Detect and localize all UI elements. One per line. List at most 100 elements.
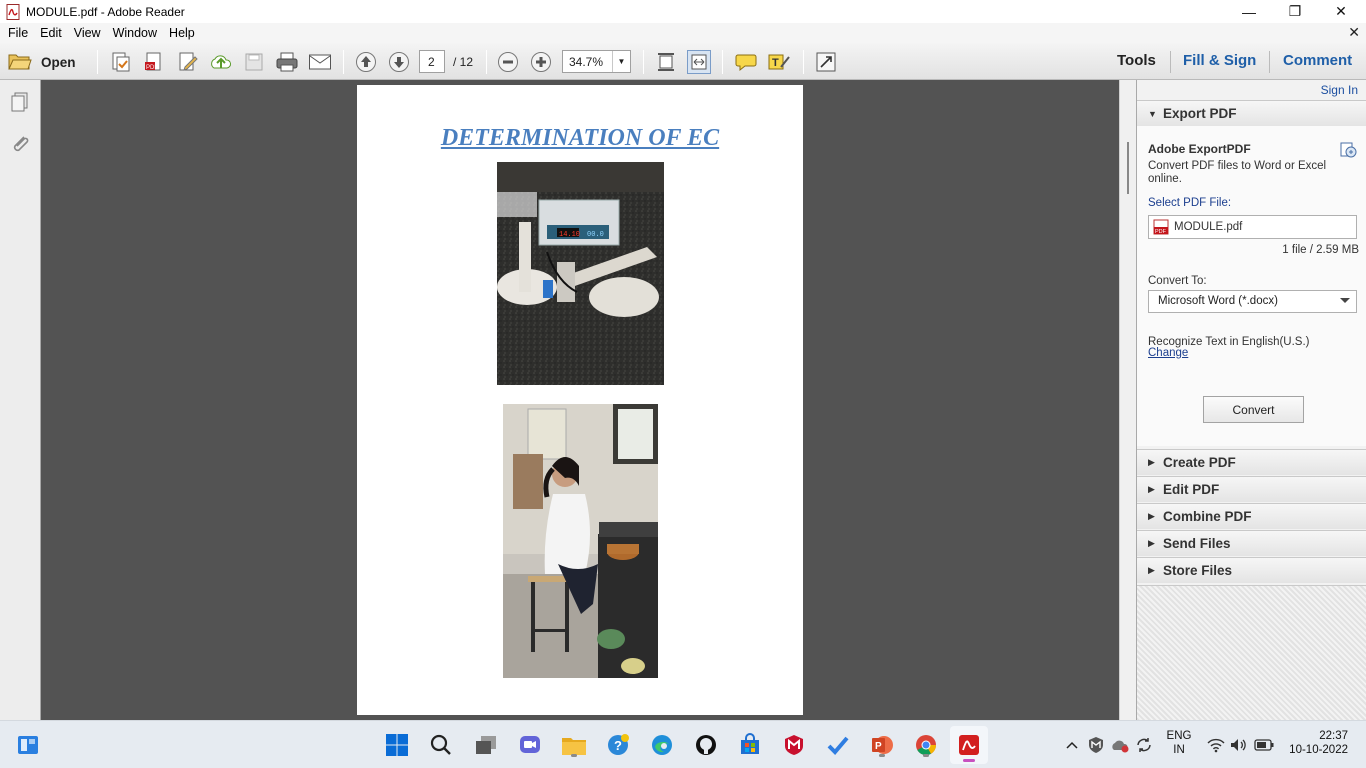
file-explorer-icon[interactable] [560,731,588,759]
teams-chat-icon[interactable] [516,731,544,759]
caret-right-icon: ▶ [1148,484,1155,494]
battery-icon[interactable] [1252,731,1276,759]
zoom-level-value: 34.7% [569,55,604,69]
email-icon[interactable] [308,50,332,74]
selected-file-name: MODULE.pdf [1174,221,1243,233]
clock[interactable]: 22:37 10-10-2022 [1284,730,1348,756]
previous-page-icon[interactable] [354,50,378,74]
create-pdf-section-header[interactable]: ▶ Create PDF [1137,449,1366,475]
adobe-reader-icon [6,3,20,20]
selected-file-field[interactable]: PDF MODULE.pdf [1148,215,1357,239]
next-page-icon[interactable] [387,50,411,74]
chevron-up-icon[interactable] [1062,731,1082,759]
edge-browser-icon[interactable] [648,731,676,759]
vertical-scrollbar[interactable] [1119,80,1136,720]
combine-pdf-section-header[interactable]: ▶ Combine PDF [1137,503,1366,529]
export-pdf-icon[interactable]: PDF [142,50,166,74]
toolbar: Open PDF 2 / 12 34.7% ▼ T Tools Fill & S… [0,43,1366,80]
taskbar: ? P ENG IN 22:37 10-10-2022 [0,720,1366,768]
convert-button[interactable]: Convert [1203,396,1304,423]
document-viewer[interactable]: DETERMINATION OF EC 14.10 00.0 [41,80,1119,720]
zoom-out-icon[interactable] [496,50,520,74]
toolbar-separator [1170,51,1171,73]
chevron-down-icon[interactable]: ▼ [612,51,630,72]
toolbar-separator [803,50,804,74]
restore-button[interactable]: ❐ [1272,0,1318,23]
menu-help[interactable]: Help [163,26,201,40]
send-files-label: Send Files [1163,536,1231,551]
page-number-input[interactable]: 2 [419,50,445,73]
convert-to-select[interactable]: Microsoft Word (*.docx) [1148,290,1357,313]
send-files-section-header[interactable]: ▶ Send Files [1137,530,1366,556]
wifi-icon[interactable] [1206,731,1226,759]
close-window-button[interactable]: ✕ [1318,0,1364,23]
chrome-icon[interactable] [912,731,940,759]
language-indicator[interactable]: ENG IN [1162,730,1196,756]
fill-sign-tab[interactable]: Fill & Sign [1183,52,1256,69]
ec-meter-photo: 14.10 00.0 [497,162,664,385]
clock-date: 10-10-2022 [1289,744,1348,756]
menu-window[interactable]: Window [107,26,163,40]
change-language-link[interactable]: Change [1148,347,1188,359]
zoom-level-select[interactable]: 34.7% ▼ [562,50,631,73]
highlight-text-icon[interactable]: T [767,50,791,74]
svg-text:PDF: PDF [146,65,158,71]
task-view-icon[interactable] [472,731,500,759]
service-title: Adobe ExportPDF [1148,142,1251,156]
mcafee-tray-icon[interactable] [1086,731,1106,759]
edit-pdf-label: Edit PDF [1163,482,1220,497]
file-info: 1 file / 2.59 MB [1282,244,1359,256]
print-icon[interactable] [275,50,299,74]
zoom-in-icon[interactable] [529,50,553,74]
menu-view[interactable]: View [68,26,107,40]
fit-width-icon[interactable] [687,50,711,74]
tools-tab[interactable]: Tools [1117,52,1156,69]
volume-icon[interactable] [1228,731,1248,759]
meter-display-right: 00.0 [587,231,604,239]
chevron-down-icon [1340,298,1350,303]
language-code: ENG [1166,730,1192,742]
attachments-icon[interactable] [8,132,32,156]
store-files-section-header[interactable]: ▶ Store Files [1137,557,1366,583]
tasks-pane: Sign In ▼ Export PDF Adobe ExportPDF Con… [1136,80,1366,720]
fit-page-icon[interactable] [654,50,678,74]
search-icon[interactable] [427,731,455,759]
adobe-reader-taskbar-icon[interactable] [950,726,988,764]
menu-bar: File Edit View Window Help ✕ [0,23,1366,43]
microsoft-store-icon[interactable] [736,731,764,759]
close-document-button[interactable]: ✕ [1348,24,1360,41]
save-icon[interactable] [242,50,266,74]
mcafee-icon[interactable] [780,731,808,759]
onedrive-icon[interactable] [1110,731,1130,759]
menu-edit[interactable]: Edit [34,26,68,40]
page-thumbnails-icon[interactable] [8,90,32,114]
document-cloud-icon[interactable] [1339,140,1357,161]
todo-icon[interactable] [824,731,852,759]
svg-text:T: T [772,57,779,69]
comment-tab[interactable]: Comment [1283,52,1352,69]
create-pdf-icon[interactable] [109,50,133,74]
export-pdf-section-header[interactable]: ▼ Export PDF [1137,100,1366,126]
pdf-page: DETERMINATION OF EC 14.10 00.0 [357,85,803,715]
sign-in-link[interactable]: Sign In [1321,83,1358,97]
get-help-icon[interactable]: ? [604,731,632,759]
open-button[interactable]: Open [8,49,82,75]
expand-icon[interactable] [814,50,838,74]
powerpoint-icon[interactable]: P [868,731,896,759]
widgets-icon[interactable] [14,731,42,759]
export-pdf-panel: Adobe ExportPDF Convert PDF files to Wor… [1137,126,1366,446]
menu-file[interactable]: File [0,26,34,40]
edit-pdf-section-header[interactable]: ▶ Edit PDF [1137,476,1366,502]
minimize-button[interactable]: — [1226,0,1272,23]
convert-to-value: Microsoft Word (*.docx) [1158,295,1278,307]
scrollbar-thumb[interactable] [1127,142,1129,194]
svg-text:P: P [875,741,882,752]
edit-pdf-icon[interactable] [176,50,200,74]
sync-icon[interactable] [1134,731,1154,759]
comment-bubble-icon[interactable] [734,50,758,74]
start-menu-icon[interactable] [383,731,411,759]
upload-icon[interactable] [209,50,233,74]
github-icon[interactable] [692,731,720,759]
window-title: MODULE.pdf - Adobe Reader [26,4,185,19]
toolbar-separator [343,50,344,74]
